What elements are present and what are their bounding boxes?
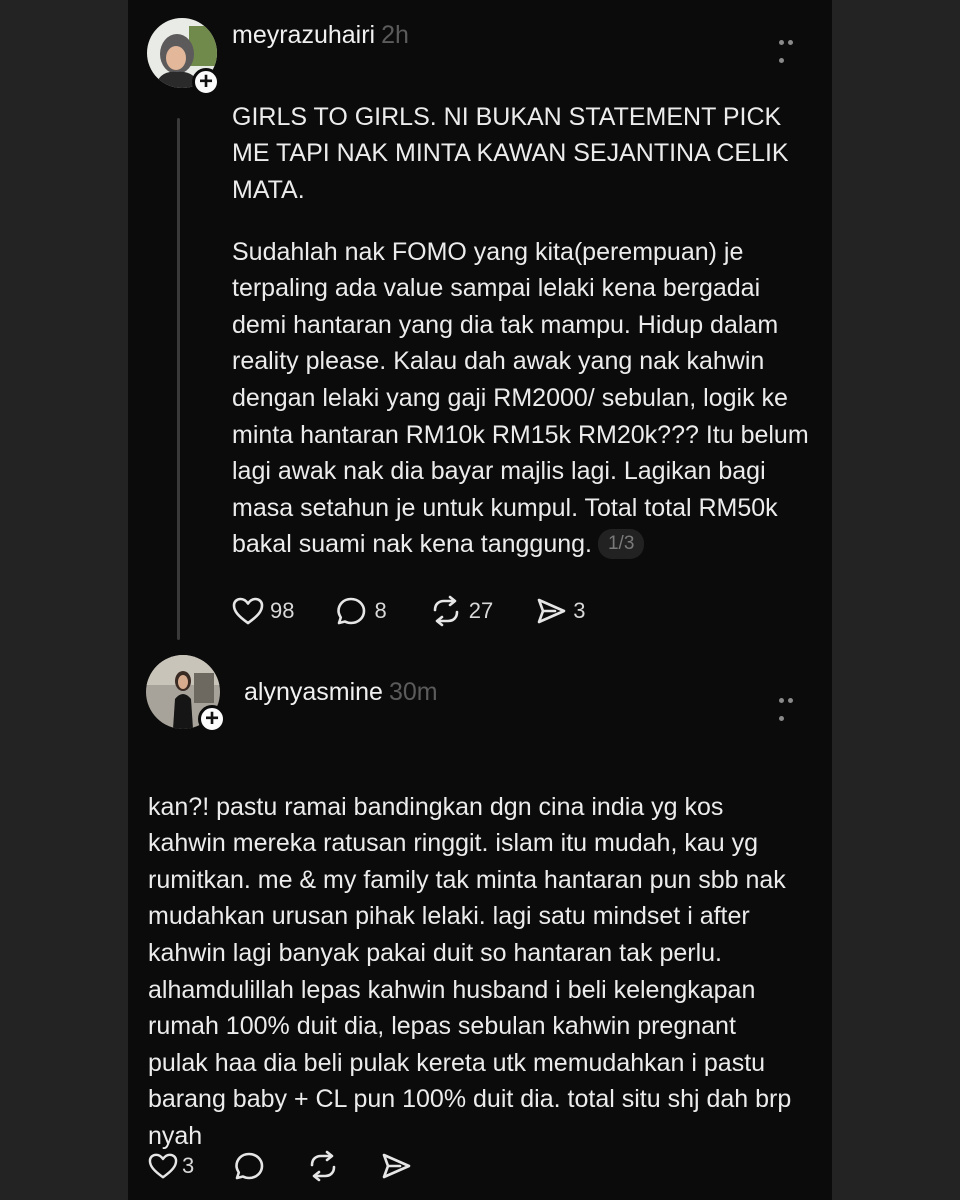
post-actions: 3 <box>148 1150 412 1182</box>
share-button[interactable] <box>380 1151 412 1181</box>
page-indicator-badge[interactable]: 1/3 <box>597 529 645 560</box>
post-author-header: meyrazuhairi 2h <box>232 21 409 50</box>
repost-icon <box>433 595 459 627</box>
comment-icon <box>235 1152 264 1180</box>
share-count: 3 <box>573 598 586 623</box>
heart-icon <box>232 597 264 625</box>
post-text: kan?! pastu ramai bandingkan dgn cina in… <box>148 752 798 1155</box>
post-time: 30m <box>388 678 438 706</box>
more-dots-icon[interactable] <box>779 690 805 721</box>
post-body: Sudahlah nak FOMO yang kita(perempuan) j… <box>232 237 809 559</box>
username[interactable]: meyrazuhairi <box>232 21 375 49</box>
reply-count: 8 <box>374 598 387 623</box>
like-button[interactable]: 3 <box>148 1152 194 1180</box>
post-body-container: Sudahlah nak FOMO yang kita(perempuan) j… <box>232 197 812 563</box>
like-count: 98 <box>270 598 295 623</box>
comment-icon <box>337 597 366 625</box>
post-actions: 98 8 27 3 <box>232 595 585 627</box>
post-time: 2h <box>381 21 409 49</box>
like-button[interactable]: 98 <box>232 596 294 626</box>
send-icon <box>537 598 566 624</box>
share-button[interactable]: 3 <box>535 596 585 626</box>
follow-plus-icon[interactable]: + <box>198 705 226 733</box>
username[interactable]: alynyasmine <box>244 678 383 706</box>
thread-connector-line <box>177 118 180 640</box>
repost-count: 27 <box>468 598 494 623</box>
post-body: kan?! pastu ramai bandingkan dgn cina in… <box>148 792 792 1150</box>
like-count: 3 <box>182 1153 195 1178</box>
repost-icon <box>310 1150 336 1182</box>
post-author-header: alynyasmine 30m <box>244 678 438 707</box>
more-dots-icon[interactable] <box>779 32 805 63</box>
heart-icon <box>148 1153 178 1179</box>
reply-button[interactable] <box>234 1151 266 1181</box>
reply-button[interactable]: 8 <box>336 596 387 626</box>
repost-button[interactable]: 27 <box>429 595 493 627</box>
send-icon <box>382 1153 411 1179</box>
follow-plus-icon[interactable]: + <box>192 68 220 96</box>
repost-button[interactable] <box>306 1150 340 1182</box>
post-heading: GIRLS TO GIRLS. NI BUKAN STATEMENT PICK … <box>232 102 789 204</box>
